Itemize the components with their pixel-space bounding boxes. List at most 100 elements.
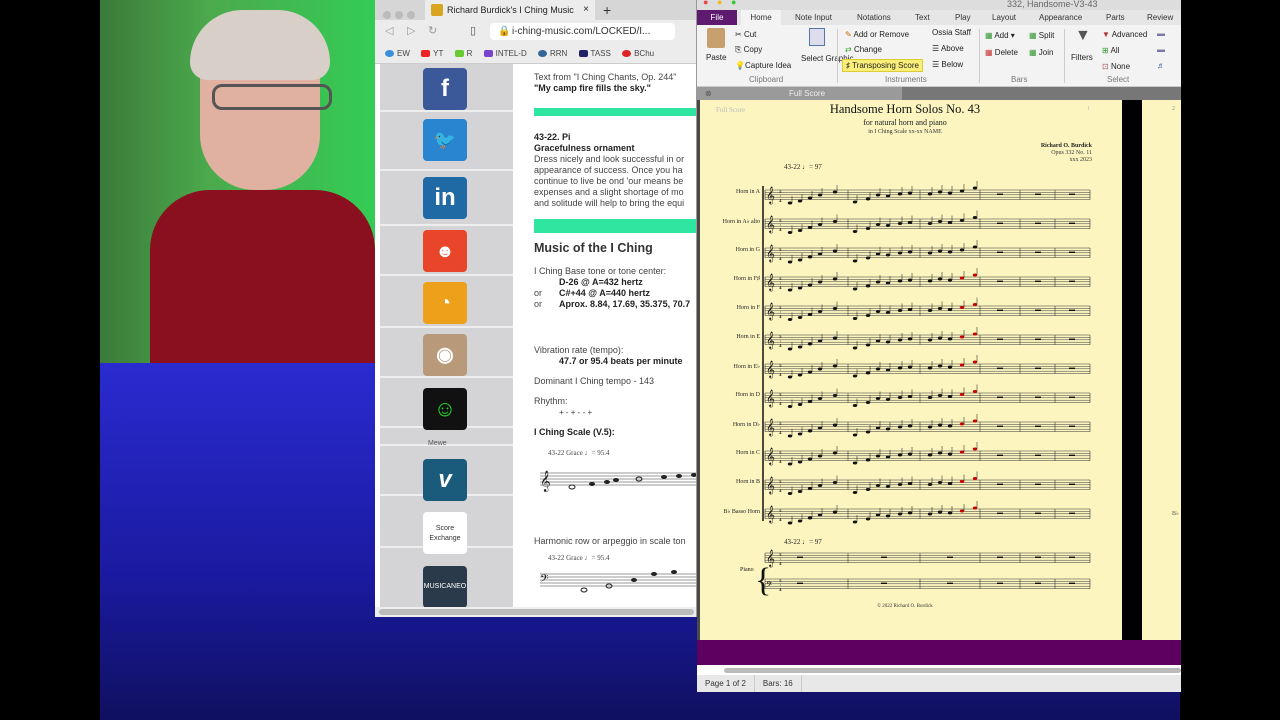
facebook-icon[interactable]: f — [423, 68, 467, 110]
rest — [947, 582, 953, 584]
note — [972, 273, 978, 277]
join-bar-button[interactable]: ▦ Join — [1029, 48, 1053, 57]
copy-button[interactable]: ⎘ Copy — [735, 45, 762, 55]
note — [897, 222, 903, 225]
close-window-icon[interactable]: ● — [703, 0, 708, 7]
rest — [997, 483, 1003, 485]
reload-icon[interactable]: ↻ — [428, 24, 437, 37]
webcam-person — [150, 190, 375, 363]
tab-file[interactable]: File — [697, 10, 737, 25]
scale-caption: 43-22 Grace ♩= 95.4 — [548, 449, 610, 457]
add-bar-button[interactable]: ▦ Add ▾ — [985, 31, 1015, 40]
tab-layout[interactable]: Layout — [992, 10, 1016, 25]
advanced-filter-button[interactable]: ▼ Advanced — [1102, 30, 1147, 39]
rss-icon[interactable]: ◔ — [423, 282, 467, 324]
select-system-icon[interactable]: ▬ — [1157, 29, 1165, 38]
note — [907, 424, 913, 428]
note — [885, 253, 891, 257]
horizontal-scrollbar[interactable] — [375, 607, 696, 617]
filters-button[interactable]: Filters — [1071, 53, 1093, 62]
zoom-window-icon[interactable]: ● — [731, 0, 736, 7]
note — [972, 303, 978, 306]
note — [832, 510, 838, 514]
tab-parts[interactable]: Parts — [1106, 10, 1125, 25]
bookmark-tass[interactable]: TASS — [578, 49, 611, 58]
gab-icon[interactable]: ☺ — [423, 388, 467, 430]
add-or-remove-button[interactable]: ✎ Add or Remove — [845, 30, 909, 39]
note — [797, 258, 803, 262]
twitter-icon[interactable]: 🐦 — [423, 119, 467, 161]
note — [897, 453, 903, 457]
note — [817, 252, 823, 256]
cut-button[interactable]: ✂ Cut — [735, 30, 756, 39]
note — [797, 229, 803, 232]
tab-appearance[interactable]: Appearance — [1039, 10, 1082, 25]
tab-text[interactable]: Text — [915, 10, 930, 25]
paste-button[interactable]: Paste — [706, 53, 726, 62]
close-tab-icon[interactable]: ⊗ — [705, 87, 712, 100]
note — [852, 491, 858, 494]
note — [875, 484, 881, 487]
reddit-icon[interactable]: ☻ — [423, 230, 467, 272]
instrument-label: Horn in D — [735, 392, 760, 398]
tab-home[interactable]: Home — [741, 10, 781, 25]
clef-icon: 𝄞 — [766, 390, 775, 407]
bookmark-ew[interactable]: EW — [385, 49, 410, 58]
tab-bar: Richard Burdick's I Ching Music × + — [375, 0, 696, 20]
minimize-window-icon[interactable]: ● — [717, 0, 722, 7]
vimeo-icon[interactable]: v — [423, 459, 467, 501]
rest — [1035, 280, 1041, 282]
bookmark-rrn[interactable]: RRN — [537, 49, 567, 58]
note — [907, 308, 913, 311]
rest — [1069, 582, 1075, 584]
bookmark-yt[interactable]: YT — [421, 49, 443, 58]
close-tab-icon[interactable]: × — [583, 0, 589, 20]
bookmark-r[interactable]: R — [454, 49, 472, 58]
select-passage-icon[interactable]: ▬ — [1157, 45, 1165, 54]
select-all-button[interactable]: ⊞ All — [1102, 46, 1119, 55]
note — [787, 521, 793, 525]
note — [947, 221, 953, 224]
new-tab-button[interactable]: + — [603, 0, 611, 20]
composer: Richard O. Burdick — [1040, 143, 1092, 149]
forward-icon[interactable]: ▷ — [407, 24, 415, 37]
tab-review[interactable]: Review — [1147, 10, 1173, 25]
note — [875, 397, 881, 400]
instagram-icon[interactable]: ◉ — [423, 334, 467, 376]
horizontal-scrollbar[interactable] — [697, 665, 1181, 675]
ossia-below-button[interactable]: ☰ Below — [932, 60, 963, 69]
bookmark-icon[interactable]: ▯ — [470, 24, 476, 37]
note — [897, 338, 903, 342]
bookmark-bchu[interactable]: BChu — [622, 49, 654, 58]
note — [852, 346, 858, 350]
back-icon[interactable]: ◁ — [385, 24, 393, 37]
divider — [534, 108, 696, 116]
capture-idea-button[interactable]: 💡Capture Idea — [735, 61, 791, 70]
browser-tab[interactable]: Richard Burdick's I Ching Music × — [425, 0, 595, 20]
note — [817, 339, 823, 343]
linkedin-icon[interactable]: in — [423, 177, 467, 219]
delete-bar-button[interactable]: ▦ Delete — [985, 48, 1018, 57]
transposing-score-button[interactable]: ♯ Transposing Score — [842, 59, 923, 72]
select-none-button[interactable]: ⊡ None — [1102, 62, 1130, 71]
change-button[interactable]: ⇄ Change — [845, 45, 882, 54]
tab-note-input[interactable]: Note Input — [795, 10, 832, 25]
ossia-above-button[interactable]: ☰ Above — [932, 44, 964, 53]
address-bar[interactable]: 🔒 i-ching-music.com/LOCKED/I... — [490, 23, 675, 40]
note — [972, 360, 978, 364]
bookmark-intel-d[interactable]: INTEL-D — [483, 49, 527, 58]
tab-full-score[interactable]: ⊗ Full Score — [697, 87, 902, 100]
tab-notations[interactable]: Notations — [857, 10, 891, 25]
score-view[interactable]: 𝄞 𝄞 𝄞 𝄞 𝄞 𝄞 𝄞 𝄞 𝄞 𝄞 𝄞 𝄞 𝄞 𝄢{ Full Score 1 Handsome Ho… — [697, 100, 1181, 640]
note — [885, 281, 891, 285]
musicaneo-icon[interactable]: MUSICANEO — [423, 566, 467, 608]
select-notes-icon[interactable]: ♬ — [1157, 61, 1165, 70]
vibration-value: 47.7 or 95.4 beats per minute — [559, 356, 683, 366]
note — [927, 338, 933, 342]
scale-notation: 𝄞 — [540, 471, 696, 492]
tab-play[interactable]: Play — [955, 10, 971, 25]
split-bar-button[interactable]: ▦ Split — [1029, 31, 1054, 40]
webcam-glasses — [212, 84, 332, 110]
score-exchange-icon[interactable]: Score Exchange — [423, 512, 467, 554]
opus: Opus 332 No. 11 — [1051, 150, 1092, 156]
